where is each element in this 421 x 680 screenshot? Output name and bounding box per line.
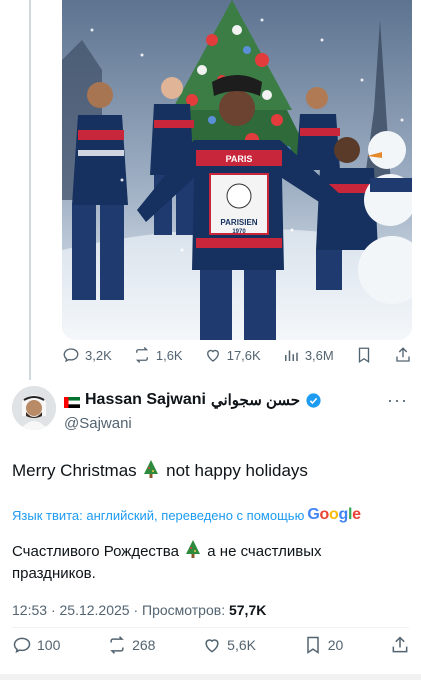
like-button[interactable]: 17,6K bbox=[204, 346, 261, 364]
views-label: Просмотров: bbox=[142, 602, 226, 618]
share-icon bbox=[392, 636, 408, 653]
thread-line bbox=[29, 0, 31, 380]
reply-count: 3,2K bbox=[85, 347, 112, 363]
repost-count: 268 bbox=[132, 637, 156, 653]
tweet-text-part1: Merry Christmas bbox=[12, 461, 137, 480]
like-count: 17,6K bbox=[226, 347, 261, 363]
reply-icon bbox=[13, 637, 31, 654]
uae-flag-icon bbox=[64, 395, 80, 408]
tweet-date[interactable]: 25.12.2025 bbox=[60, 602, 130, 618]
like-icon bbox=[206, 349, 219, 362]
translated-text: Счастливого Рождества а не счастливых пр… bbox=[12, 540, 392, 585]
bookmark-count: 20 bbox=[327, 637, 344, 653]
share-icon bbox=[396, 347, 410, 362]
views-total: 57,7K bbox=[228, 602, 267, 618]
divider bbox=[12, 627, 409, 628]
quoted-tweet-actions: 3,2K 1,6K 17,6K 3,6M bbox=[62, 342, 412, 368]
repost-button[interactable]: 1,6K bbox=[133, 346, 183, 364]
translated-part1: Счастливого Рождества bbox=[12, 543, 179, 560]
bookmark-button[interactable]: 20 bbox=[303, 635, 344, 655]
tweet-meta: 12:53 · 25.12.2025 · Просмотров: 57,7K bbox=[12, 602, 267, 618]
repost-icon bbox=[135, 347, 148, 363]
avatar-image bbox=[12, 386, 56, 430]
views-count: 3,6M bbox=[304, 347, 334, 363]
like-count: 5,6K bbox=[227, 637, 256, 653]
bookmark-icon bbox=[306, 636, 319, 654]
tweet-text: Merry Christmas not happy holidays bbox=[12, 460, 308, 481]
repost-count: 1,6K bbox=[155, 347, 183, 363]
share-button[interactable] bbox=[394, 346, 412, 364]
tweet-author: Hassan Sajwani حسن سجواني @Sajwani ··· bbox=[12, 386, 412, 438]
reply-button[interactable]: 100 bbox=[12, 635, 60, 655]
bottom-edge bbox=[0, 674, 421, 680]
tweet-media-image[interactable]: PARIS PARISIEN 1970 bbox=[62, 0, 412, 340]
sweater-year-text: 1970 bbox=[232, 229, 246, 235]
reply-count: 100 bbox=[37, 637, 61, 653]
christmas-tree-icon bbox=[186, 540, 201, 558]
bookmark-icon bbox=[358, 347, 370, 364]
repost-button[interactable]: 268 bbox=[107, 635, 155, 655]
like-button[interactable]: 5,6K bbox=[202, 635, 256, 655]
tweet-text-part2: not happy holidays bbox=[166, 461, 308, 480]
views-icon bbox=[284, 350, 298, 361]
share-button[interactable] bbox=[390, 635, 410, 655]
tweet-time[interactable]: 12:53 bbox=[12, 602, 47, 618]
sweater-band-text: PARIS bbox=[226, 154, 253, 164]
google-logo: Google bbox=[307, 506, 361, 523]
repost-icon bbox=[110, 636, 124, 654]
translation-note[interactable]: Язык твита: английский, переведено с пом… bbox=[12, 506, 361, 524]
views-button[interactable]: 3,6M bbox=[282, 346, 334, 364]
more-options-icon[interactable]: ··· bbox=[387, 390, 408, 411]
translation-note-text: Язык твита: английский, переведено с пом… bbox=[12, 507, 305, 523]
author-name-row: Hassan Sajwani حسن سجواني bbox=[64, 391, 322, 409]
like-icon bbox=[205, 639, 219, 653]
verified-badge-icon bbox=[306, 392, 321, 408]
author-handle[interactable]: @Sajwani bbox=[64, 415, 132, 432]
author-arabic-name[interactable]: حسن سجواني bbox=[211, 391, 300, 409]
author-name[interactable]: Hassan Sajwani bbox=[85, 391, 206, 409]
christmas-tree-icon bbox=[144, 460, 159, 478]
avatar[interactable] bbox=[12, 386, 56, 430]
reply-icon bbox=[63, 348, 79, 363]
bookmark-button[interactable] bbox=[355, 346, 373, 364]
psg-christmas-image: PARIS PARISIEN 1970 bbox=[62, 0, 412, 340]
reply-button[interactable]: 3,2K bbox=[62, 346, 112, 364]
tweet-actions: 100 268 5,6K 20 bbox=[12, 632, 410, 658]
sweater-parisien-text: PARISIEN bbox=[220, 218, 257, 227]
